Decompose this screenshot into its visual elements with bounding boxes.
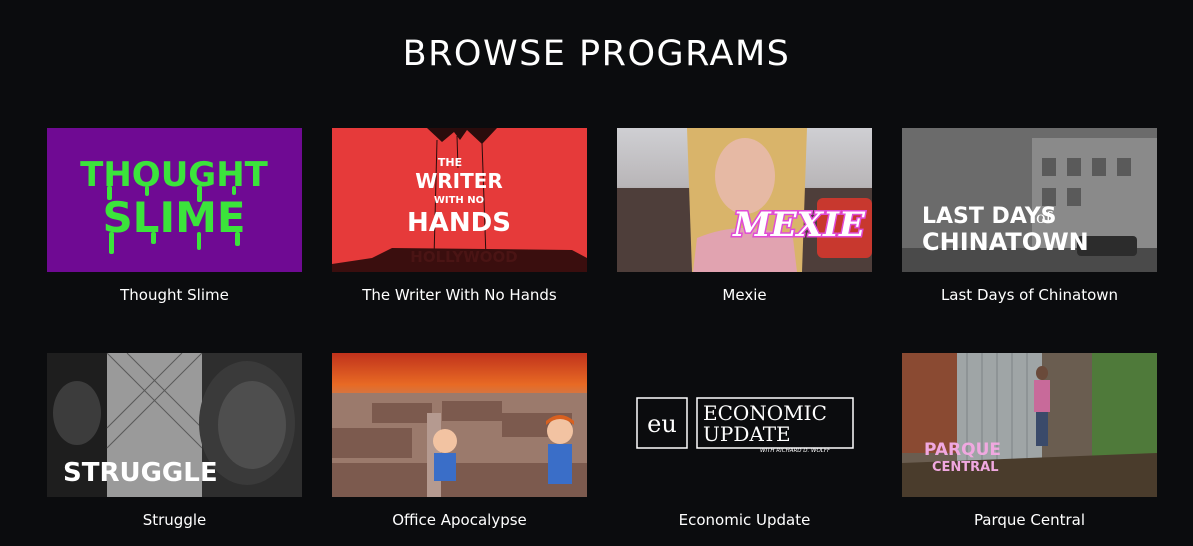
struggle-art: STRUGGLE [47,353,295,497]
svg-text:MEXIE: MEXIE [732,205,866,245]
svg-text:SLIME: SLIME [102,193,245,242]
svg-text:PARQUE: PARQUE [924,440,1001,460]
program-thumbnail[interactable] [332,353,587,497]
program-thumbnail[interactable]: LAST DAYS of CHINATOWN [902,128,1157,272]
svg-text:THE: THE [438,156,462,169]
program-card-parque-central[interactable]: PARQUE CENTRAL Parque Central [902,353,1157,529]
program-card-economic-update[interactable]: eu ECONOMIC UPDATE WITH RICHARD D. WOLFF… [617,353,872,529]
parque-central-art: PARQUE CENTRAL [902,353,1157,497]
svg-text:WRITER: WRITER [415,169,503,193]
program-title[interactable]: Thought Slime [27,286,322,304]
program-thumbnail[interactable]: eu ECONOMIC UPDATE WITH RICHARD D. WOLFF [617,353,872,497]
program-title[interactable]: Struggle [27,511,322,529]
program-title[interactable]: Mexie [597,286,892,304]
program-thumbnail[interactable]: THOUGHT SLIME [47,128,302,272]
program-title[interactable]: Last Days of Chinatown [882,286,1177,304]
svg-text:CHINATOWN: CHINATOWN [922,228,1089,256]
economic-update-art: eu ECONOMIC UPDATE WITH RICHARD D. WOLFF [636,397,854,454]
program-title[interactable]: Office Apocalypse [312,511,607,529]
program-title[interactable]: The Writer With No Hands [312,286,607,304]
page-title: BROWSE PROGRAMS [402,34,791,74]
program-card-thought-slime[interactable]: THOUGHT SLIME Thought Slime [47,128,302,304]
svg-text:of: of [1036,208,1053,227]
program-card-last-days-of-chinatown[interactable]: LAST DAYS of CHINATOWN Last Days of Chin… [902,128,1157,304]
svg-text:WITH NO: WITH NO [434,195,484,206]
program-title[interactable]: Parque Central [882,511,1177,529]
writer-with-no-hands-art: THE WRITER WITH NO HANDS HOLLYWOOD [332,128,587,272]
program-thumbnail[interactable]: MEXIE [617,128,872,272]
mexie-art: MEXIE [617,128,872,272]
program-card-struggle[interactable]: STRUGGLE Struggle [47,353,302,529]
program-thumbnail[interactable]: THE WRITER WITH NO HANDS HOLLYWOOD [332,128,587,272]
program-title[interactable]: Economic Update [597,511,892,529]
program-card-writer-with-no-hands[interactable]: THE WRITER WITH NO HANDS HOLLYWOOD The W… [332,128,587,304]
svg-text:CENTRAL: CENTRAL [932,460,999,475]
thought-slime-art: THOUGHT SLIME [80,155,269,254]
svg-text:HOLLYWOOD: HOLLYWOOD [410,248,517,266]
last-days-of-chinatown-art: LAST DAYS of CHINATOWN [902,128,1157,272]
svg-text:WITH RICHARD D. WOLFF: WITH RICHARD D. WOLFF [760,448,831,454]
office-apocalypse-art [332,393,587,497]
program-thumbnail[interactable]: STRUGGLE [47,353,302,497]
program-thumbnail[interactable]: PARQUE CENTRAL [902,353,1157,497]
svg-text:eu: eu [647,410,677,438]
svg-text:HANDS: HANDS [407,208,511,238]
svg-text:UPDATE: UPDATE [703,422,791,446]
program-card-office-apocalypse[interactable]: Office Apocalypse [332,353,587,529]
svg-text:STRUGGLE: STRUGGLE [63,458,218,488]
program-card-mexie[interactable]: MEXIE Mexie [617,128,872,304]
